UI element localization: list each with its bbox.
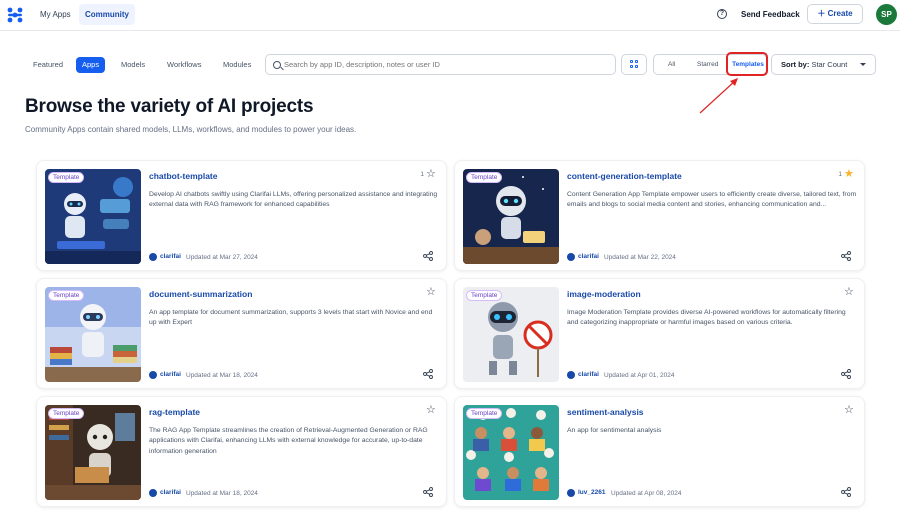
annotation-arrow-icon: [699, 78, 738, 114]
owner-name[interactable]: clarifai: [578, 371, 599, 378]
template-badge: Template: [48, 172, 85, 183]
page-title: Browse the variety of AI projects: [25, 96, 314, 117]
owner-name[interactable]: luv_2261: [578, 489, 605, 496]
sort-value: Star Count: [811, 60, 848, 69]
grid-view-button[interactable]: [621, 54, 647, 75]
card-title[interactable]: document-summarization: [149, 289, 252, 299]
owner-avatar-icon: [567, 371, 575, 379]
share-icon[interactable]: [423, 251, 433, 261]
updated-date: Updated at Apr 08, 2024: [611, 490, 682, 497]
top-navigation-bar: My Apps Community ? Send Feedback ＋ Crea…: [0, 0, 900, 31]
app-thumbnail-robot-reading: Template: [45, 405, 141, 500]
clarifai-logo-icon[interactable]: [6, 6, 24, 24]
owner-avatar-icon: [149, 253, 157, 261]
owner-name[interactable]: clarifai: [160, 489, 181, 496]
template-badge: Template: [466, 408, 503, 419]
card-description: An app template for document summarizati…: [149, 309, 433, 327]
search-input[interactable]: [284, 55, 609, 74]
owner-name[interactable]: clarifai: [160, 253, 181, 260]
app-card-image-moderation[interactable]: Template image-moderation Image Moderati…: [454, 278, 865, 389]
sort-label: Sort by:: [781, 60, 810, 69]
app-thumbnail-robot-books: Template: [45, 287, 141, 382]
app-thumbnail-people-emoji: Template: [463, 405, 559, 500]
updated-date: Updated at Mar 22, 2024: [604, 254, 676, 261]
card-description: Content Generation App Template empower …: [567, 191, 857, 209]
card-title[interactable]: sentiment-analysis: [567, 407, 644, 417]
segment-all[interactable]: All: [668, 55, 675, 74]
card-description: An app for sentimental analysis: [567, 427, 662, 434]
card-title[interactable]: rag-template: [149, 407, 200, 417]
nav-community[interactable]: Community: [79, 4, 135, 25]
plus-icon: ＋: [817, 9, 828, 18]
owner-name[interactable]: clarifai: [578, 253, 599, 260]
star-icon[interactable]: ☆: [426, 287, 437, 298]
template-badge: Template: [466, 172, 503, 183]
create-button[interactable]: ＋ Create: [807, 4, 863, 24]
template-badge: Template: [466, 290, 503, 301]
search-box: [265, 54, 616, 75]
app-thumbnail-robot-sign: Template: [463, 287, 559, 382]
share-icon[interactable]: [841, 251, 851, 261]
nav-my-apps[interactable]: My Apps: [34, 4, 77, 25]
tab-modules[interactable]: Modules: [217, 57, 257, 73]
tab-featured[interactable]: Featured: [27, 57, 69, 73]
app-thumbnail-robot-chat: Template: [45, 169, 141, 264]
updated-date: Updated at Mar 18, 2024: [186, 490, 258, 497]
updated-date: Updated at Apr 01, 2024: [604, 372, 675, 379]
app-card-rag-template[interactable]: Template rag-template The RAG App Templa…: [36, 396, 447, 507]
app-card-chatbot-template[interactable]: Template chatbot-template Develop AI cha…: [36, 160, 447, 271]
app-thumbnail-robot-space: Template: [463, 169, 559, 264]
tab-workflows[interactable]: Workflows: [161, 57, 207, 73]
help-icon[interactable]: ?: [717, 9, 727, 19]
app-card-document-summarization[interactable]: Template document-summarization An app t…: [36, 278, 447, 389]
owner-name[interactable]: clarifai: [160, 371, 181, 378]
card-description: Image Moderation Template provides diver…: [567, 309, 846, 327]
card-title[interactable]: image-moderation: [567, 289, 641, 299]
search-icon: [273, 61, 281, 69]
card-description: Develop AI chatbots swiftly using Clarif…: [149, 191, 438, 209]
star-icon[interactable]: ☆: [426, 169, 437, 180]
star-icon[interactable]: ☆: [844, 287, 855, 298]
owner-avatar-icon: [567, 489, 575, 497]
star-icon[interactable]: ☆: [844, 405, 855, 416]
card-title[interactable]: content-generation-template: [567, 171, 682, 181]
tab-models[interactable]: Models: [115, 57, 151, 73]
star-count: 1: [420, 171, 424, 178]
card-title[interactable]: chatbot-template: [149, 171, 217, 181]
chevron-down-icon: [860, 63, 866, 66]
templates-highlight-annotation: [726, 52, 768, 76]
app-card-content-generation-template[interactable]: Template content-generation-template Con…: [454, 160, 865, 271]
page-subtitle: Community Apps contain shared models, LL…: [25, 125, 357, 134]
template-badge: Template: [48, 408, 85, 419]
share-icon[interactable]: [841, 487, 851, 497]
share-icon[interactable]: [423, 487, 433, 497]
send-feedback-link[interactable]: Send Feedback: [741, 10, 800, 19]
star-count: 1: [838, 171, 842, 178]
owner-avatar-icon: [149, 489, 157, 497]
segment-starred[interactable]: Starred: [697, 55, 718, 74]
star-filled-icon[interactable]: ★: [844, 169, 855, 180]
owner-avatar-icon: [149, 371, 157, 379]
share-icon[interactable]: [423, 369, 433, 379]
share-icon[interactable]: [841, 369, 851, 379]
sort-dropdown[interactable]: Sort by: Star Count: [771, 54, 876, 75]
template-badge: Template: [48, 290, 85, 301]
owner-avatar-icon: [567, 253, 575, 261]
updated-date: Updated at Mar 27, 2024: [186, 254, 258, 261]
tab-apps[interactable]: Apps: [76, 57, 106, 73]
star-icon[interactable]: ☆: [426, 405, 437, 416]
card-description: The RAG App Template streamlines the cre…: [149, 427, 428, 455]
user-avatar[interactable]: SP: [876, 4, 897, 25]
create-button-label: Create: [827, 9, 853, 18]
app-card-sentiment-analysis[interactable]: Template sentiment-analysis An app for s…: [454, 396, 865, 507]
updated-date: Updated at Mar 18, 2024: [186, 372, 258, 379]
